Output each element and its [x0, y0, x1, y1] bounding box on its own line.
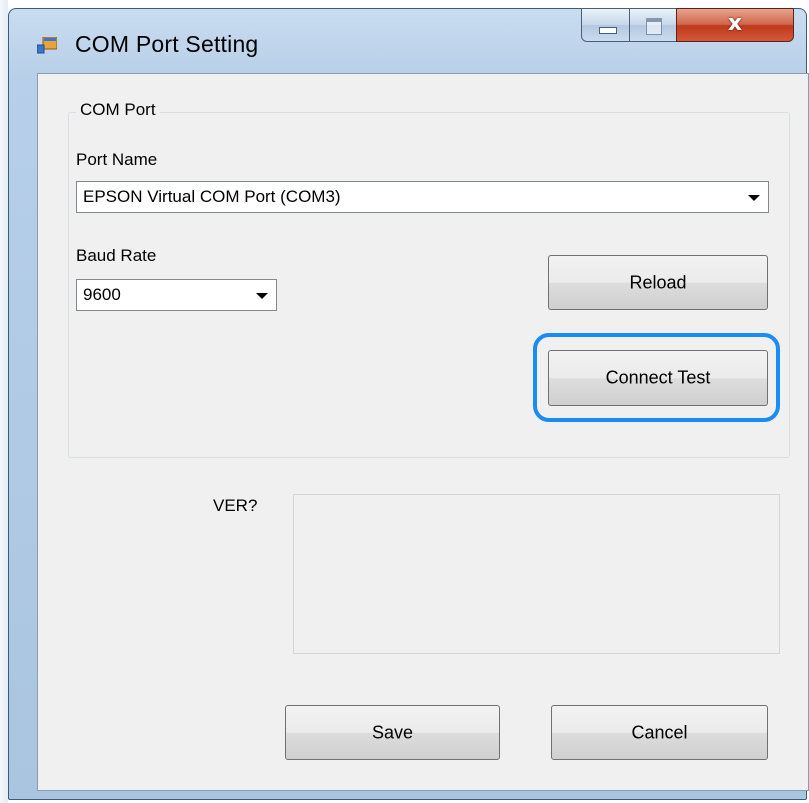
minimize-icon — [599, 27, 617, 34]
cancel-button[interactable]: Cancel — [551, 705, 768, 760]
minimize-button[interactable] — [581, 8, 630, 42]
window-title: COM Port Setting — [75, 31, 259, 57]
connect-test-button[interactable]: Connect Test — [548, 350, 768, 406]
port-name-label: Port Name — [76, 150, 158, 169]
com-port-group-label: COM Port — [76, 100, 160, 120]
baud-rate-value: 9600 — [83, 285, 121, 304]
close-button[interactable]: x — [676, 8, 794, 42]
client-area: COM Port Port Name EPSON Virtual COM Por… — [37, 73, 809, 791]
baud-rate-label: Baud Rate — [76, 246, 157, 265]
chevron-down-icon[interactable] — [748, 195, 760, 201]
reload-button[interactable]: Reload — [548, 255, 768, 310]
close-icon: x — [727, 11, 743, 36]
reload-button-label: Reload — [629, 272, 687, 292]
baud-rate-select[interactable]: 9600 — [76, 279, 277, 311]
port-name-select[interactable]: EPSON Virtual COM Port (COM3) — [76, 181, 769, 213]
dialog-window: COM Port Setting x COM Port Port Name EP… — [8, 8, 809, 800]
left-edge-strip — [0, 0, 8, 803]
save-button[interactable]: Save — [285, 705, 500, 760]
maximize-icon — [646, 18, 662, 35]
maximize-button[interactable] — [629, 8, 677, 42]
ver-output-box[interactable] — [293, 494, 780, 654]
save-button-label: Save — [371, 722, 414, 742]
cancel-button-label: Cancel — [631, 722, 688, 742]
app-window-icon — [37, 37, 57, 54]
title-bar[interactable]: COM Port Setting x — [9, 8, 806, 73]
connect-test-button-label: Connect Test — [605, 367, 711, 388]
ver-label: VER? — [213, 496, 258, 515]
chevron-down-icon[interactable] — [256, 293, 268, 299]
port-name-value: EPSON Virtual COM Port (COM3) — [83, 187, 341, 206]
